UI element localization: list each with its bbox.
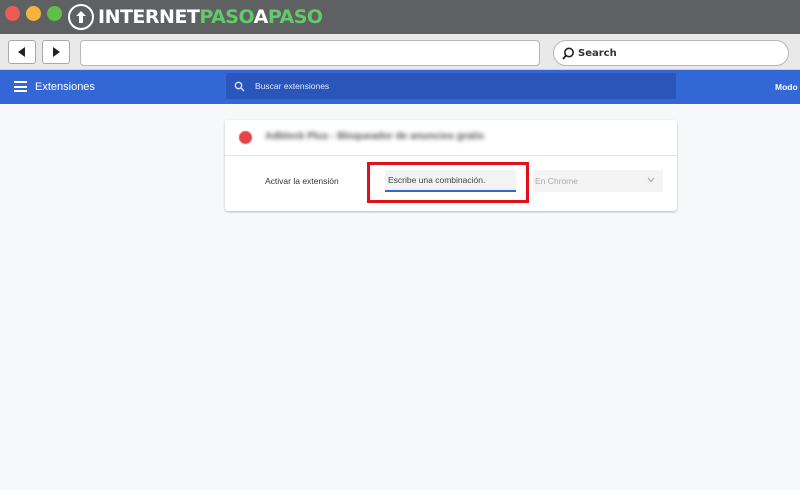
extensions-header: Extensiones Buscar extensiones Modo <box>0 70 800 104</box>
shortcut-label: Activar la extensión <box>265 176 339 186</box>
extensions-search-placeholder: Buscar extensiones <box>255 81 330 91</box>
shortcut-scope-select[interactable]: En Chrome <box>533 170 663 192</box>
adblock-icon <box>239 131 252 144</box>
browser-toolbar: Search <box>0 34 800 70</box>
back-arrow-icon <box>18 47 25 57</box>
window-titlebar: INTERNETPASOAPASO <box>0 0 800 34</box>
developer-mode-label[interactable]: Modo <box>775 70 798 104</box>
back-button[interactable] <box>8 40 36 64</box>
scope-select-value: En Chrome <box>535 176 578 186</box>
brand-logo-text: INTERNETPASOAPASO <box>98 6 323 28</box>
page-title: Extensiones <box>35 81 95 93</box>
browser-search-label: Search <box>578 47 617 59</box>
main-content: Adblock Plus - Bloqueador de anuncios gr… <box>0 104 800 490</box>
extension-shortcut-card: Adblock Plus - Bloqueador de anuncios gr… <box>225 120 677 211</box>
minimize-window-button[interactable] <box>26 6 41 21</box>
chevron-down-icon <box>647 177 655 183</box>
shortcut-input[interactable] <box>385 170 516 192</box>
search-icon <box>562 47 574 60</box>
brand-logo-icon <box>68 4 94 30</box>
brand-logo: INTERNETPASOAPASO <box>68 4 323 30</box>
bottom-band <box>0 490 800 500</box>
extensions-search-input[interactable]: Buscar extensiones <box>226 73 676 99</box>
hamburger-menu-icon[interactable] <box>14 81 27 92</box>
browser-search-box[interactable]: Search <box>553 40 789 66</box>
forward-button[interactable] <box>42 40 70 64</box>
close-window-button[interactable] <box>5 6 20 21</box>
forward-arrow-icon <box>53 47 60 57</box>
maximize-window-button[interactable] <box>47 6 62 21</box>
extension-name: Adblock Plus - Bloqueador de anuncios gr… <box>265 131 484 142</box>
search-icon <box>234 81 245 91</box>
address-bar[interactable] <box>80 40 540 66</box>
extension-card-header: Adblock Plus - Bloqueador de anuncios gr… <box>225 120 677 156</box>
